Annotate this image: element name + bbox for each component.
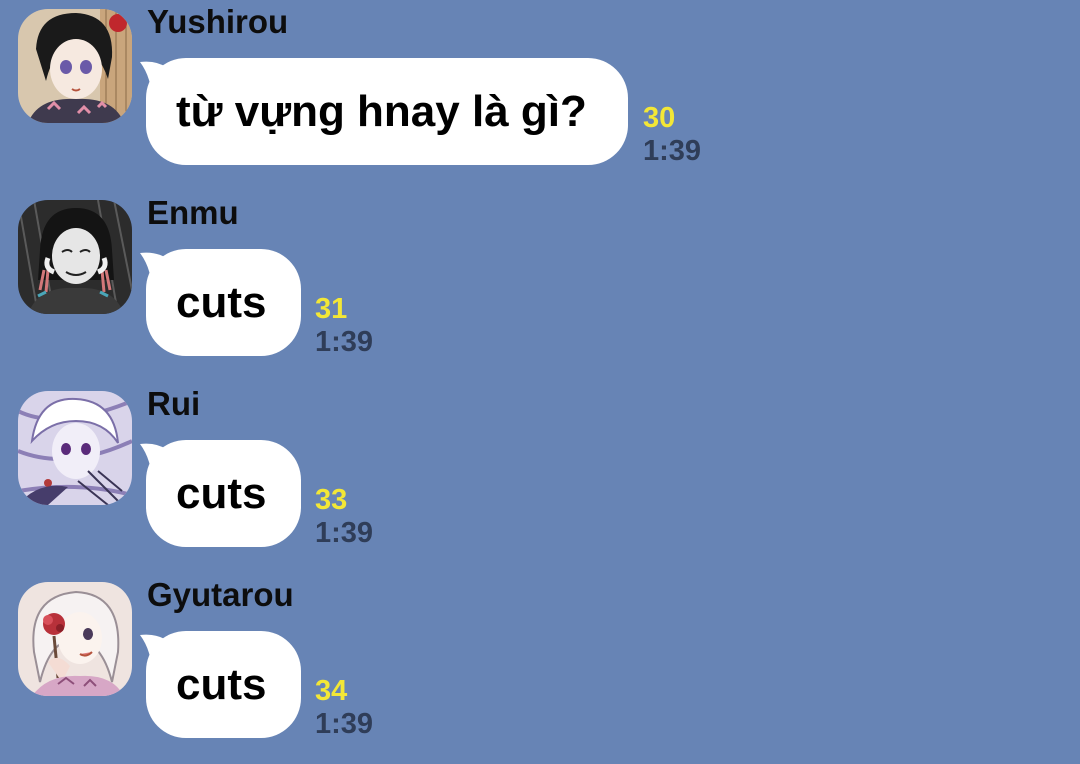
avatar[interactable] [18,200,132,314]
message-text: cuts [176,277,267,327]
message-text: từ vựng hnay là gì? [176,86,587,136]
sender-name: Rui [147,385,201,422]
message-bubble[interactable]: cuts [146,631,301,738]
message-meta: 31 1:39 [315,293,373,359]
message-meta: 30 1:39 [643,102,701,168]
message-text: cuts [176,659,267,709]
read-count: 34 [315,675,348,707]
sender-name: Yushirou [147,3,289,40]
chat-message: Enmu cuts 31 1:39 [0,191,1080,382]
timestamp: 1:39 [315,708,374,740]
sender-name: Gyutarou [147,576,294,613]
avatar[interactable] [18,582,132,696]
message-text: cuts [176,468,267,518]
avatar-image-white-haired-boy [18,391,132,505]
message-bubble[interactable]: cuts [146,440,301,547]
message-meta: 34 1:39 [315,675,373,741]
avatar-image-woman [18,9,132,123]
chat-message: Yushirou từ vựng hnay là gì? 30 1:39 [0,0,1080,191]
message-bubble[interactable]: từ vựng hnay là gì? [146,58,628,165]
message-bubble[interactable]: cuts [146,249,301,356]
chat-message: Gyutarou cuts 34 1:39 [0,573,1080,764]
avatar[interactable] [18,391,132,505]
avatar-image-white-haired-girl [18,582,132,696]
timestamp: 1:39 [315,517,374,549]
timestamp: 1:39 [643,135,702,167]
message-meta: 33 1:39 [315,484,373,550]
chat-message: Rui cuts 33 1:39 [0,382,1080,573]
avatar[interactable] [18,9,132,123]
read-count: 33 [315,484,348,516]
sender-name: Enmu [147,194,239,231]
avatar-image-dark-figure [18,200,132,314]
timestamp: 1:39 [315,326,374,358]
read-count: 31 [315,293,348,325]
read-count: 30 [643,102,676,134]
